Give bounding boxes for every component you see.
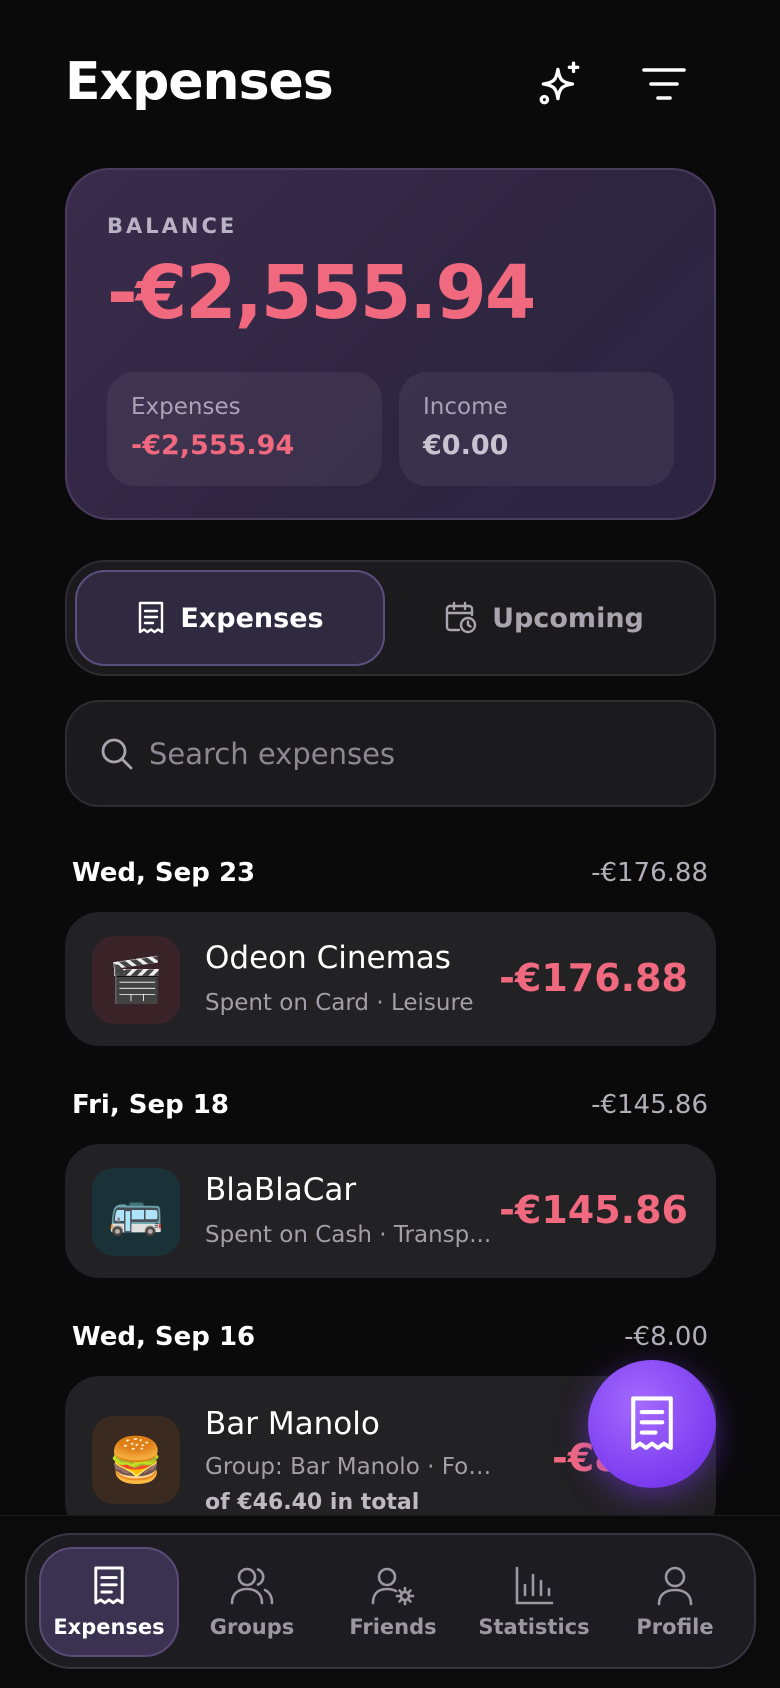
expense-amount: -€145.86	[499, 1188, 688, 1232]
day-total: -€8.00	[624, 1322, 708, 1352]
nav-groups-label: Groups	[209, 1615, 295, 1639]
receipt-icon	[94, 1566, 124, 1605]
nav-profile[interactable]: Profile	[605, 1547, 745, 1657]
user-icon	[657, 1566, 693, 1606]
burger-icon: 🍔	[92, 1416, 180, 1504]
search-bar	[65, 700, 716, 807]
day-total: -€176.88	[591, 858, 708, 888]
receipt-icon	[631, 1396, 673, 1450]
day-date: Fri, Sep 18	[72, 1090, 229, 1120]
tab-expenses-label: Expenses	[180, 602, 324, 634]
balance-card: BALANCE -€2,555.94 Expenses -€2,555.94 I…	[65, 168, 716, 520]
expense-extra: of €46.40 in total	[205, 1490, 420, 1515]
day-header: Wed, Sep 16 -€8.00	[72, 1318, 708, 1358]
expense-name: Bar Manolo	[205, 1406, 380, 1442]
nav-expenses[interactable]: Expenses	[39, 1547, 179, 1657]
page-title: Expenses	[65, 52, 334, 112]
balance-label: BALANCE	[107, 214, 238, 238]
balance-value: -€2,555.94	[107, 250, 536, 336]
day-date: Wed, Sep 23	[72, 858, 256, 888]
bus-icon: 🚌	[92, 1168, 180, 1256]
receipt-icon	[139, 601, 164, 634]
filter-lines-icon	[642, 68, 686, 100]
header: Expenses	[0, 0, 780, 160]
day-header: Fri, Sep 18 -€145.86	[72, 1086, 708, 1126]
search-icon	[99, 736, 135, 772]
nav-profile-label: Profile	[636, 1615, 714, 1639]
expense-row[interactable]: 🎬 Odeon Cinemas Spent on Card · Leisure …	[65, 912, 716, 1046]
sparkles-icon	[539, 61, 580, 105]
income-summary-value: €0.00	[423, 430, 509, 461]
bar-chart-icon	[515, 1566, 554, 1605]
expense-amount: -€176.88	[499, 956, 688, 1000]
tab-upcoming[interactable]: Upcoming	[389, 570, 699, 666]
nav-groups[interactable]: Groups	[182, 1547, 322, 1657]
expense-subtitle: Group: Bar Manolo · Food	[205, 1454, 495, 1480]
clapperboard-icon: 🎬	[92, 936, 180, 1024]
nav-statistics-label: Statistics	[478, 1615, 590, 1639]
ai-button[interactable]	[532, 56, 588, 112]
view-tabs: Expenses Upcoming	[65, 560, 716, 676]
search-input[interactable]	[149, 722, 689, 786]
users-icon	[230, 1567, 274, 1605]
income-summary: Income €0.00	[399, 372, 674, 486]
expense-name: BlaBlaCar	[205, 1172, 357, 1208]
expenses-summary-value: -€2,555.94	[131, 430, 295, 461]
nav-friends[interactable]: Friends	[323, 1547, 463, 1657]
day-header: Wed, Sep 23 -€176.88	[72, 854, 708, 894]
expenses-summary: Expenses -€2,555.94	[107, 372, 382, 486]
nav-friends-label: Friends	[349, 1615, 437, 1639]
bottom-nav: Expenses Groups Friends Statistics Profi…	[25, 1533, 756, 1669]
user-settings-icon	[371, 1567, 415, 1606]
expense-row[interactable]: 🚌 BlaBlaCar Spent on Cash · Transp... -€…	[65, 1144, 716, 1278]
calendar-clock-icon	[445, 601, 477, 634]
day-date: Wed, Sep 16	[72, 1322, 256, 1352]
expense-name: Odeon Cinemas	[205, 940, 451, 976]
add-expense-button[interactable]	[588, 1360, 716, 1488]
day-total: -€145.86	[591, 1090, 708, 1120]
tab-upcoming-label: Upcoming	[492, 602, 644, 634]
income-summary-label: Income	[423, 394, 508, 420]
expenses-summary-label: Expenses	[131, 394, 241, 420]
nav-expenses-label: Expenses	[53, 1615, 165, 1639]
tab-expenses[interactable]: Expenses	[75, 570, 385, 666]
nav-statistics[interactable]: Statistics	[464, 1547, 604, 1657]
expense-subtitle: Spent on Cash · Transp...	[205, 1222, 492, 1248]
filter-button[interactable]	[636, 56, 692, 112]
expense-subtitle: Spent on Card · Leisure	[205, 990, 474, 1016]
